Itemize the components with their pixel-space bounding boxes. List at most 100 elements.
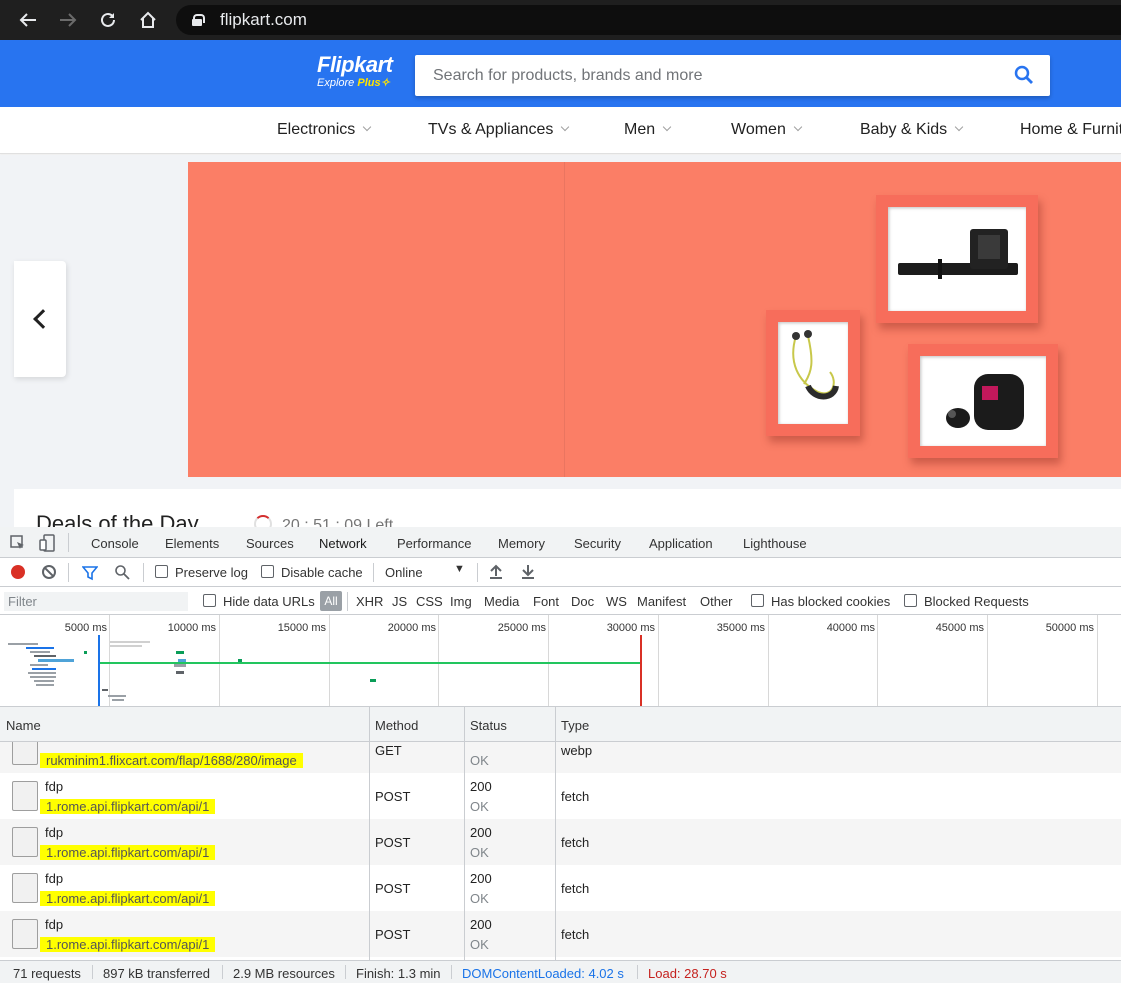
request-url: 1.rome.api.flipkart.com/api/1 — [40, 937, 216, 952]
request-status: 200 — [470, 779, 492, 794]
category-label: Electronics — [277, 121, 356, 138]
column-divider[interactable] — [369, 707, 370, 742]
filter-input[interactable] — [4, 592, 188, 611]
deals-title: Deals of the Day — [36, 511, 199, 527]
request-status-text: OK — [470, 891, 489, 906]
arrow-right-icon[interactable] — [50, 0, 86, 40]
request-url: 1.rome.api.flipkart.com/api/1 — [40, 799, 216, 814]
tab-performance[interactable]: Performance — [397, 536, 471, 551]
home-icon[interactable] — [130, 0, 166, 40]
tab-security[interactable]: Security — [574, 536, 621, 551]
arrow-left-icon[interactable] — [10, 0, 46, 40]
divider — [637, 965, 638, 979]
category-women[interactable]: Women — [731, 121, 803, 139]
column-divider — [555, 742, 556, 960]
search-input[interactable] — [415, 55, 975, 96]
column-divider — [369, 742, 370, 960]
banner-prev-button[interactable] — [14, 261, 66, 377]
request-status: 200 — [470, 871, 492, 886]
address-bar[interactable]: flipkart.com — [176, 5, 1121, 35]
preserve-log-checkbox[interactable] — [155, 565, 168, 578]
column-divider[interactable] — [464, 707, 465, 742]
summary-load: Load: 28.70 s — [648, 966, 727, 981]
promo-banner[interactable] — [188, 162, 1121, 477]
tab-elements[interactable]: Elements — [165, 536, 219, 551]
search-icon[interactable] — [114, 564, 130, 580]
disable-cache-checkbox[interactable] — [261, 565, 274, 578]
network-overview[interactable]: 5000 ms 10000 ms 15000 ms 20000 ms 25000… — [0, 615, 1121, 707]
tab-sources[interactable]: Sources — [246, 536, 294, 551]
upload-icon[interactable] — [489, 564, 503, 580]
filter-font[interactable]: Font — [533, 594, 559, 609]
divider — [373, 563, 374, 582]
earbuds-image — [920, 356, 1046, 446]
device-toolbar-icon[interactable] — [39, 534, 57, 552]
category-baby-kids[interactable]: Baby & Kids — [860, 121, 964, 139]
request-type: fetch — [561, 927, 590, 942]
filter-other[interactable]: Other — [700, 594, 733, 609]
filter-ws[interactable]: WS — [606, 594, 627, 609]
network-summary: 71 requests 897 kB transferred 2.9 MB re… — [0, 960, 1121, 983]
summary-resources: 2.9 MB resources — [233, 966, 335, 981]
tab-console[interactable]: Console — [91, 536, 139, 551]
flipkart-logo[interactable]: Flipkart Explore Plus✧ — [317, 52, 393, 90]
category-electronics[interactable]: Electronics — [277, 121, 372, 139]
table-row[interactable]: rukminim1.flixcart.com/flap/1688/280/ima… — [0, 742, 1121, 773]
request-status-text: OK — [470, 799, 489, 814]
clear-icon[interactable] — [42, 565, 56, 579]
category-home-furniture[interactable]: Home & Furnit — [1020, 121, 1121, 139]
table-row[interactable]: fdp 1.rome.api.flipkart.com/api/1 POST 2… — [0, 773, 1121, 819]
chevron-left-icon — [33, 309, 53, 329]
column-name[interactable]: Name — [6, 718, 41, 733]
tab-lighthouse[interactable]: Lighthouse — [743, 536, 807, 551]
filter-icon[interactable] — [82, 565, 98, 581]
divider — [68, 533, 69, 552]
earphones-frame — [766, 310, 860, 436]
inspect-element-icon[interactable] — [9, 534, 27, 552]
column-method[interactable]: Method — [375, 718, 418, 733]
filter-css[interactable]: CSS — [416, 594, 443, 609]
request-name: fdp — [45, 779, 64, 794]
chevron-down-icon — [662, 122, 672, 132]
category-men[interactable]: Men — [624, 121, 672, 139]
has-blocked-cookies-checkbox[interactable] — [751, 594, 764, 607]
request-method: POST — [375, 835, 411, 850]
record-icon[interactable] — [11, 565, 25, 579]
tab-application[interactable]: Application — [649, 536, 713, 551]
column-divider — [464, 742, 465, 960]
table-row[interactable]: fdp 1.rome.api.flipkart.com/api/1 POST 2… — [0, 865, 1121, 911]
request-table-header: Name Method Status Type — [0, 707, 1121, 742]
column-status[interactable]: Status — [470, 718, 507, 733]
request-method: POST — [375, 927, 411, 942]
hide-data-urls-checkbox[interactable] — [203, 594, 216, 607]
logo-text: Flipkart — [317, 52, 393, 77]
filter-all-button[interactable]: All — [320, 591, 342, 611]
column-divider[interactable] — [555, 707, 556, 742]
divider — [222, 965, 223, 979]
reload-icon[interactable] — [90, 0, 126, 40]
category-tvs-appliances[interactable]: TVs & Appliances — [428, 121, 570, 139]
filter-manifest[interactable]: Manifest — [637, 594, 686, 609]
filter-js[interactable]: JS — [392, 594, 407, 609]
clock-icon — [254, 515, 272, 527]
table-row[interactable]: fdp 1.rome.api.flipkart.com/api/1 POST 2… — [0, 911, 1121, 957]
download-icon[interactable] — [521, 564, 535, 580]
filter-media[interactable]: Media — [484, 594, 519, 609]
caret-down-icon[interactable]: ▼ — [454, 563, 465, 575]
tab-memory[interactable]: Memory — [498, 536, 545, 551]
search-icon[interactable] — [1014, 65, 1034, 85]
blocked-requests-checkbox[interactable] — [904, 594, 917, 607]
filter-xhr[interactable]: XHR — [356, 594, 383, 609]
category-label: Men — [624, 121, 656, 138]
earphones-image — [778, 322, 848, 424]
table-row[interactable]: fdp 1.rome.api.flipkart.com/api/1 POST 2… — [0, 819, 1121, 865]
category-label: Baby & Kids — [860, 121, 948, 138]
filter-img[interactable]: Img — [450, 594, 472, 609]
url-text[interactable]: flipkart.com — [220, 10, 307, 30]
filter-doc[interactable]: Doc — [571, 594, 594, 609]
divider — [477, 563, 478, 582]
request-status-text: OK — [470, 937, 489, 952]
column-type[interactable]: Type — [561, 718, 589, 733]
tab-network[interactable]: Network — [313, 536, 373, 560]
throttle-select[interactable]: Online — [385, 565, 423, 580]
